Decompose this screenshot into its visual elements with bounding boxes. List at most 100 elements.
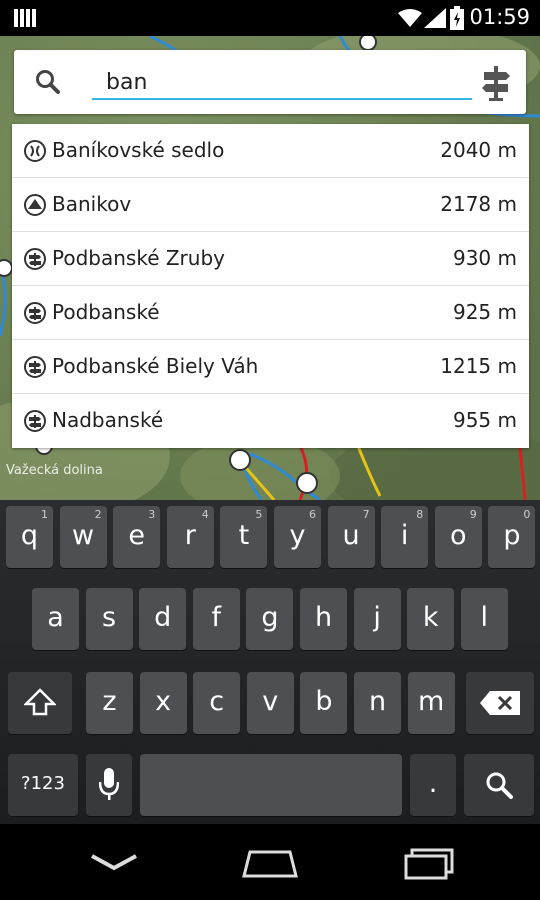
key-label: g: [261, 602, 279, 633]
shift-key[interactable]: [8, 672, 72, 734]
key-label: r: [184, 520, 196, 551]
result-item[interactable]: Baníkovské sedlo 2040 m: [12, 124, 529, 178]
back-icon[interactable]: [84, 844, 144, 880]
key-label: b: [315, 686, 333, 717]
letter-key[interactable]: z: [86, 672, 133, 734]
letter-key[interactable]: b: [300, 672, 348, 734]
result-altitude: 1215 m: [440, 354, 517, 378]
key-label: d: [154, 602, 172, 633]
key-label: t: [238, 520, 250, 551]
letter-key[interactable]: n: [354, 672, 401, 734]
key-label: w: [72, 520, 95, 551]
signpost-icon: [24, 302, 46, 324]
key-label: l: [480, 602, 489, 633]
letter-key[interactable]: t5: [220, 506, 268, 568]
result-name: Podbanské: [52, 300, 160, 324]
notification-icon: [14, 9, 36, 27]
key-label: x: [155, 686, 172, 717]
key-hint: 1: [41, 508, 48, 521]
result-item[interactable]: Nadbanské 955 m: [12, 394, 529, 448]
home-icon[interactable]: [240, 844, 300, 880]
letter-key[interactable]: h: [300, 588, 347, 650]
key-hint: 2: [94, 508, 102, 521]
search-bar: [14, 50, 526, 114]
result-altitude: 2040 m: [440, 138, 517, 162]
symbols-key[interactable]: ?123: [8, 754, 78, 816]
letter-key[interactable]: u7: [327, 506, 375, 568]
key-hint: 6: [309, 508, 316, 521]
search-key-icon: [486, 772, 513, 799]
letter-key[interactable]: k: [407, 588, 455, 650]
letter-key[interactable]: f: [192, 588, 240, 650]
key-hint: 8: [416, 508, 424, 521]
symbols-key-label: ?123: [21, 773, 65, 794]
key-label: m: [417, 686, 445, 717]
search-results-list: Baníkovské sedlo 2040 m Banikov 2178 m Podba…: [12, 124, 529, 448]
letter-key[interactable]: p0: [488, 506, 536, 568]
result-altitude: 930 m: [452, 246, 517, 270]
result-item[interactable]: Banikov 2178 m: [12, 178, 529, 232]
letter-key[interactable]: c: [193, 672, 241, 734]
key-label: c: [209, 686, 225, 717]
peak-icon: [24, 194, 46, 216]
letter-key[interactable]: s: [85, 588, 133, 650]
backspace-key[interactable]: [466, 672, 534, 734]
key-hint: 7: [362, 508, 370, 521]
letter-key[interactable]: x: [139, 672, 187, 734]
battery-icon: [450, 6, 464, 30]
letter-key[interactable]: m: [407, 672, 455, 734]
period-key[interactable]: .: [410, 754, 456, 816]
letter-key[interactable]: w2: [59, 506, 107, 568]
key-hint: 4: [201, 508, 209, 521]
key-hint: 0: [523, 508, 531, 521]
backspace-icon: [480, 691, 520, 715]
letter-key[interactable]: l: [460, 588, 508, 650]
key-label: y: [289, 520, 306, 551]
key-label: q: [20, 520, 39, 551]
letter-key[interactable]: r4: [166, 506, 214, 568]
space-key[interactable]: [140, 754, 402, 816]
microphone-key[interactable]: [86, 754, 132, 816]
wifi-icon: [398, 9, 422, 27]
key-label: n: [368, 686, 387, 717]
key-hint: 9: [469, 508, 477, 521]
result-item[interactable]: Podbanské Zruby 930 m: [12, 232, 529, 286]
search-icon[interactable]: [34, 68, 62, 96]
recents-icon[interactable]: [398, 844, 458, 880]
letter-key[interactable]: a: [32, 588, 79, 650]
signpost-icon: [24, 410, 46, 432]
letter-key[interactable]: v: [246, 672, 294, 734]
result-name: Nadbanské: [52, 408, 164, 432]
key-hint: 3: [148, 508, 156, 521]
letter-key[interactable]: d: [139, 588, 187, 650]
key-label: e: [128, 520, 145, 551]
result-item[interactable]: Podbanské Biely Váh 1215 m: [12, 340, 529, 394]
letter-key[interactable]: y6: [274, 506, 321, 568]
result-name: Banikov: [52, 192, 132, 216]
signpost-icon[interactable]: [476, 62, 516, 102]
letter-key[interactable]: g: [246, 588, 294, 650]
result-altitude: 2178 m: [440, 192, 517, 216]
key-label: k: [422, 602, 439, 633]
letter-key[interactable]: o9: [434, 506, 482, 568]
search-input[interactable]: [92, 60, 472, 100]
key-label: i: [400, 520, 409, 551]
key-label: o: [450, 520, 467, 551]
result-name: Podbanské Zruby: [52, 246, 225, 270]
letter-key[interactable]: e3: [113, 506, 161, 568]
search-key[interactable]: [464, 754, 534, 816]
result-name: Podbanské Biely Váh: [52, 354, 259, 378]
signpost-icon: [24, 248, 46, 270]
signpost-icon: [24, 356, 46, 378]
soft-keyboard: ?123 . q1w2e3r4t5y6u7i8o9p0asdfghjklzxcv…: [0, 500, 540, 824]
status-bar: 01:59: [0, 0, 540, 36]
letter-key[interactable]: j: [353, 588, 401, 650]
saddle-icon: [24, 140, 46, 162]
period-key-label: .: [428, 768, 438, 799]
key-label: v: [262, 686, 279, 717]
result-item[interactable]: Podbanské 925 m: [12, 286, 529, 340]
result-altitude: 925 m: [452, 300, 517, 324]
letter-key[interactable]: i8: [381, 506, 429, 568]
letter-key[interactable]: q1: [6, 506, 53, 568]
key-label: p: [503, 520, 521, 551]
